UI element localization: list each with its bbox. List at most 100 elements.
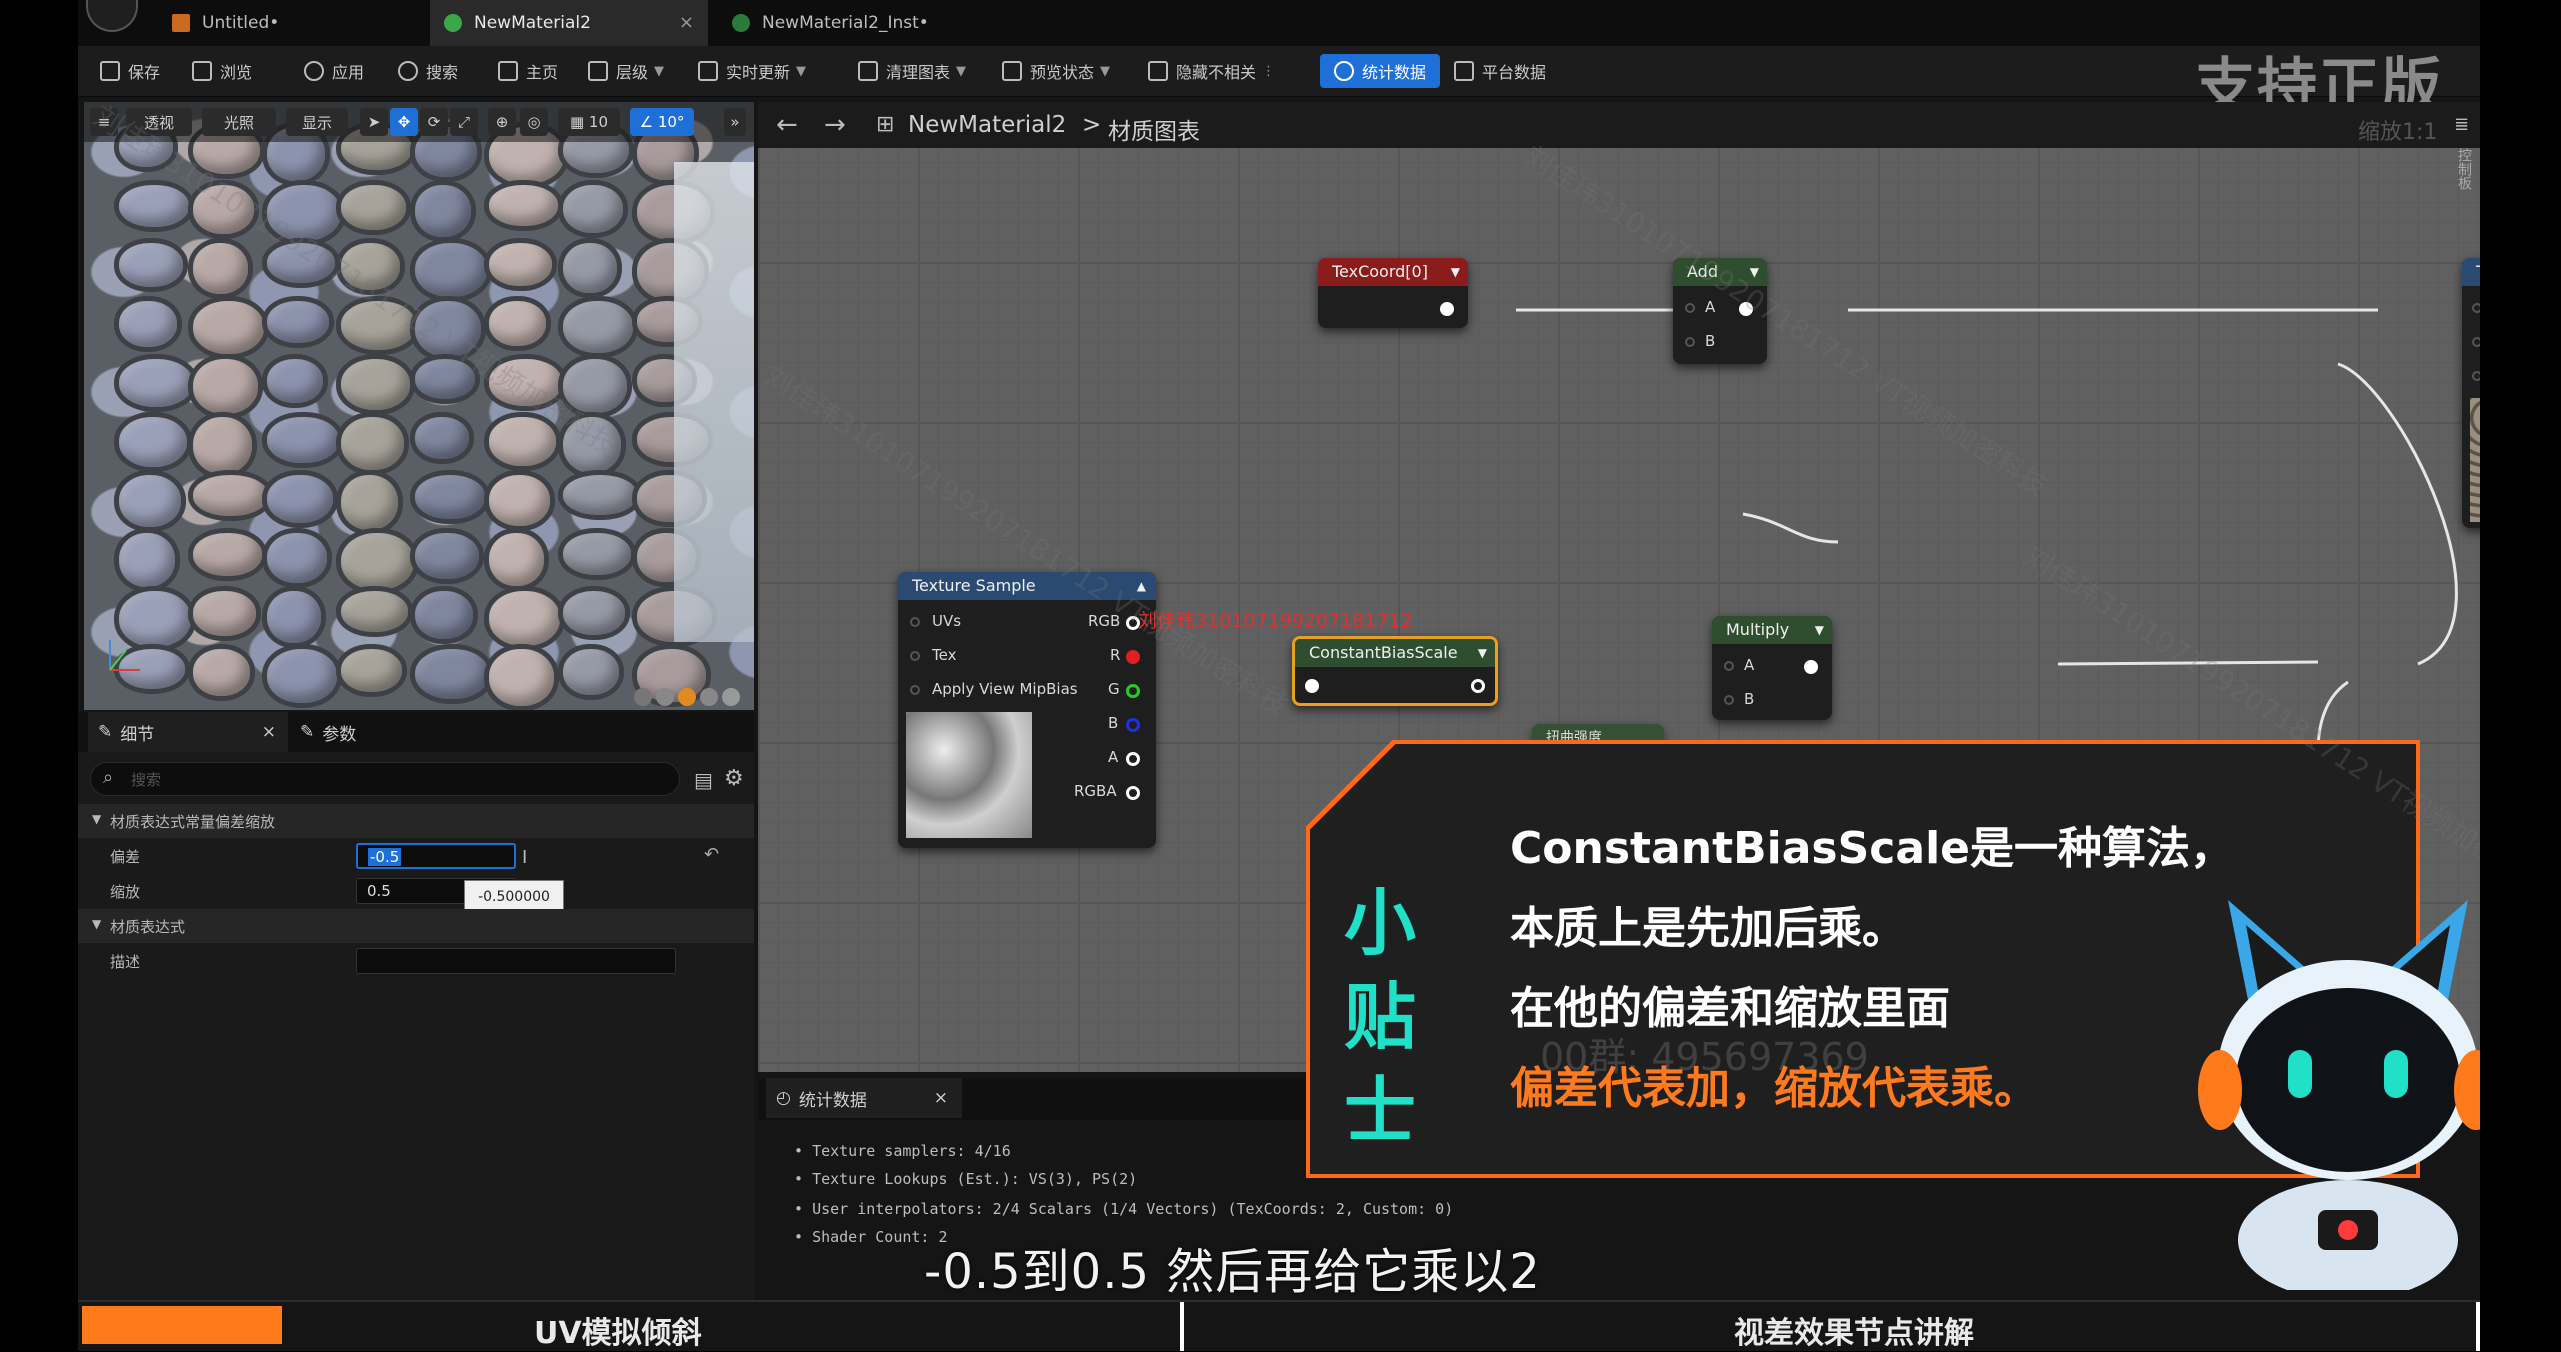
chevron-down-icon[interactable]: ▼ xyxy=(1451,258,1460,286)
hamburger-menu-icon[interactable]: ≡ xyxy=(90,108,118,136)
output-pin[interactable] xyxy=(1440,302,1454,316)
platform-stats-button[interactable]: 平台数据 xyxy=(1454,54,1546,88)
node-texcoord[interactable]: TexCoord[0] ▼ xyxy=(1318,258,1468,328)
stat-line: • User interpolators: 2/4 Scalars (1/4 V… xyxy=(794,1200,1454,1218)
chevron-down-icon[interactable]: ▼ xyxy=(1815,616,1824,644)
close-icon[interactable]: × xyxy=(262,722,276,742)
category-constant-bias-scale[interactable]: ▼ 材质表达式常量偏差缩放 xyxy=(78,804,754,838)
teapot-icon[interactable] xyxy=(722,688,740,706)
save-button[interactable]: 保存 xyxy=(100,54,160,88)
output-pin-b[interactable] xyxy=(1126,718,1140,732)
input-pin-tex[interactable] xyxy=(2472,337,2480,347)
hierarchy-dropdown[interactable]: 层级 ▼ xyxy=(588,54,664,88)
details-search-input[interactable]: ⌕ 搜索 xyxy=(90,762,680,796)
home-button[interactable]: 主页 xyxy=(498,54,558,88)
input-pin-apply-mipbias[interactable] xyxy=(910,685,920,695)
cobblestone xyxy=(262,528,332,588)
node-add[interactable]: Add ▼ A B xyxy=(1673,258,1767,364)
preview-state-dropdown[interactable]: 预览状态 ▼ xyxy=(1002,54,1110,88)
close-icon[interactable]: × xyxy=(934,1088,948,1108)
live-update-dropdown[interactable]: 实时更新 ▼ xyxy=(698,54,806,88)
input-pin-a[interactable] xyxy=(1685,303,1695,313)
tab-details[interactable]: ✎ 细节 × xyxy=(88,712,288,752)
lit-button[interactable]: 光照 xyxy=(202,108,276,136)
arrow-right-icon[interactable]: → xyxy=(824,110,846,140)
input-pin-uvs[interactable] xyxy=(910,617,920,627)
plane-icon[interactable] xyxy=(678,688,696,706)
browse-button[interactable]: 浏览 xyxy=(192,54,252,88)
select-tool-icon[interactable]: ➤ xyxy=(360,108,388,136)
input-pin-tex[interactable] xyxy=(910,651,920,661)
output-pin-rgba[interactable] xyxy=(1126,786,1140,800)
chevron-down-icon[interactable]: ▼ xyxy=(1750,258,1759,286)
more-options-icon[interactable]: ⋮ xyxy=(1262,64,1275,79)
arrow-left-icon[interactable]: ← xyxy=(776,110,798,140)
breadcrumb-separator: > xyxy=(1082,112,1102,138)
close-icon[interactable]: × xyxy=(679,12,694,33)
chevron-up-icon[interactable]: ▲ xyxy=(1137,572,1146,600)
grid-snap-button[interactable]: ▦ 10 xyxy=(558,108,620,136)
gear-icon[interactable]: ⚙ xyxy=(724,766,744,791)
tab-untitled[interactable]: Untitled• xyxy=(158,0,408,46)
sphere-icon[interactable] xyxy=(656,688,674,706)
cobblestone xyxy=(410,296,486,362)
hide-unrelated-button[interactable]: 隐藏不相关 ⋮ xyxy=(1148,54,1275,88)
chevron-right-icon[interactable]: » xyxy=(724,108,746,136)
video-subtitle: -0.5到0.5 然后再给它乘以2 xyxy=(924,1244,1541,1300)
output-pin-r[interactable] xyxy=(1126,650,1140,664)
clean-graph-dropdown[interactable]: 清理图表 ▼ xyxy=(858,54,966,88)
perspective-button[interactable]: 透视 xyxy=(126,108,192,136)
move-tool-icon[interactable]: ✥ xyxy=(390,108,418,136)
chapter-label-right[interactable]: 视差效果节点讲解 xyxy=(1734,1308,1974,1352)
stats-button[interactable]: 统计数据 xyxy=(1320,54,1441,88)
chapter-label-left[interactable]: UV模拟倾斜 xyxy=(534,1308,702,1352)
cobblestone xyxy=(188,180,259,239)
tab-parameters[interactable]: ✎ 参数 xyxy=(300,712,356,752)
reset-arrow-icon[interactable]: ↶ xyxy=(704,844,719,865)
input-pin-uvs[interactable] xyxy=(2472,303,2480,313)
rotate-tool-icon[interactable]: ⟳ xyxy=(420,108,448,136)
pin-label: A xyxy=(1744,656,1755,674)
scale-tool-icon[interactable]: ⤢ xyxy=(450,108,478,136)
chevron-down-icon: ▼ xyxy=(796,63,807,79)
node-constant-bias-scale[interactable]: ConstantBiasScale ▼ xyxy=(1292,636,1498,706)
node-title: ConstantBiasScale ▼ xyxy=(1295,639,1495,667)
category-material-expression[interactable]: ▼ 材质表达式 xyxy=(78,909,754,943)
node-multiply[interactable]: Multiply ▼ A B xyxy=(1712,616,1832,720)
breadcrumb-root[interactable]: NewMaterial2 xyxy=(908,112,1066,138)
input-pin-apply[interactable] xyxy=(2472,371,2480,381)
world-space-icon[interactable]: ⊕ xyxy=(488,108,516,136)
unreal-logo-icon[interactable] xyxy=(86,0,138,32)
property-row-description: 描述 xyxy=(78,944,754,978)
table-view-icon[interactable]: ▤ xyxy=(694,768,713,792)
angle-snap-button[interactable]: ∠ 10° xyxy=(630,108,694,136)
chevron-down-icon[interactable]: ▼ xyxy=(1478,639,1487,667)
surface-snap-icon[interactable]: ◎ xyxy=(520,108,548,136)
cylinder-icon[interactable] xyxy=(634,688,652,706)
input-pin-b[interactable] xyxy=(1685,337,1695,347)
output-pin-a[interactable] xyxy=(1126,752,1140,766)
output-pin[interactable] xyxy=(1739,302,1753,316)
tab-newmaterial2-inst[interactable]: NewMaterial2_Inst• xyxy=(718,0,1018,46)
input-pin-b[interactable] xyxy=(1724,695,1734,705)
bias-input[interactable]: -0.5 xyxy=(356,843,516,869)
chevron-down-icon: ▼ xyxy=(92,917,102,931)
search-button[interactable]: 搜索 xyxy=(398,54,458,88)
axis-gizmo-icon xyxy=(96,630,146,680)
cobblestone xyxy=(410,586,478,644)
cube-icon[interactable] xyxy=(700,688,718,706)
input-pin[interactable] xyxy=(1305,679,1319,693)
background-building xyxy=(674,162,754,642)
apply-button[interactable]: 应用 xyxy=(304,54,364,88)
tab-newmaterial2[interactable]: NewMaterial2 × xyxy=(430,0,708,46)
node-texture-sample[interactable]: Texture Sample ▲ UVs Tex Apply View MipBi… xyxy=(898,572,1156,848)
show-button[interactable]: 显示 xyxy=(286,108,348,136)
description-input[interactable] xyxy=(356,948,676,974)
output-pin[interactable] xyxy=(1471,679,1485,693)
node-texture-sample-right[interactable]: Textu UV Te Ap xyxy=(2462,258,2480,528)
tab-stats[interactable]: ◴ 统计数据 × xyxy=(766,1078,962,1118)
input-pin-a[interactable] xyxy=(1724,661,1734,671)
output-pin-g[interactable] xyxy=(1126,684,1140,698)
preview-viewport[interactable]: ≡ 透视 光照 显示 ➤ ✥ ⟳ ⤢ ⊕ ◎ ▦ 10 ∠ 10° » xyxy=(84,102,754,710)
output-pin[interactable] xyxy=(1804,660,1818,674)
